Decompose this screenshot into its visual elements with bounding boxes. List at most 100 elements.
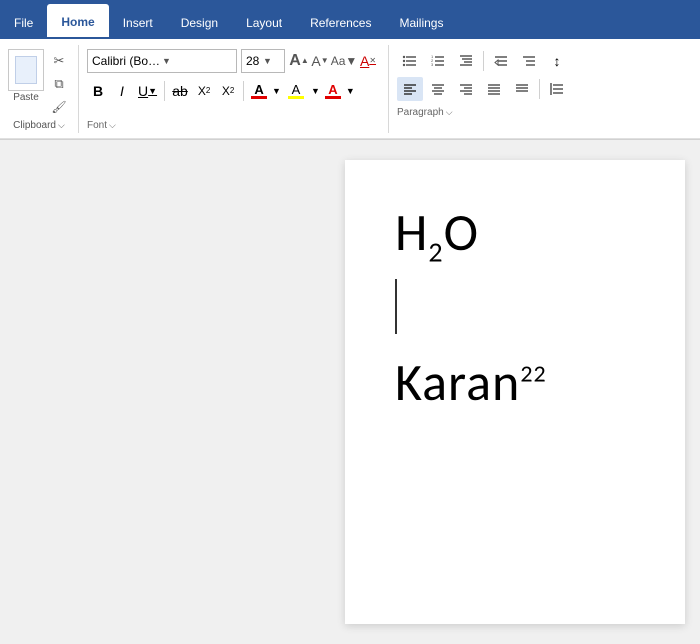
paragraph-group: 123 ↕ <box>391 45 578 133</box>
tab-home[interactable]: Home <box>47 4 108 39</box>
align-left-icon <box>402 81 418 97</box>
h2o-formula: H2O <box>395 200 635 269</box>
highlight-dropdown-arrow[interactable]: ▼ <box>311 86 320 96</box>
italic-button[interactable]: I <box>111 79 133 103</box>
tab-references[interactable]: References <box>296 7 385 39</box>
paragraph-row1: 123 ↕ <box>397 49 570 73</box>
tab-layout[interactable]: Layout <box>232 7 296 39</box>
bold-button[interactable]: B <box>87 79 109 103</box>
document-page: H2O Karan22 <box>345 160 685 624</box>
font-section-label-row: Font ⌵ <box>87 120 378 131</box>
divider3 <box>483 51 484 71</box>
font-row1: Calibri (Body) ▼ 28 ▼ A▲ A▼ Aa▼ A✕ <box>87 49 378 73</box>
tab-mailings[interactable]: Mailings <box>385 7 457 39</box>
tab-bar: File Home Insert Design Layout Reference… <box>0 0 700 39</box>
divider1 <box>164 81 165 101</box>
text-color-char: A <box>328 83 337 96</box>
font-size-buttons: A▲ A▼ <box>289 51 330 71</box>
paste-icon <box>8 49 44 91</box>
font-size-dropdown-arrow: ▼ <box>263 56 280 66</box>
copy-button[interactable]: ⧉ <box>48 74 70 94</box>
tab-design[interactable]: Design <box>167 7 232 39</box>
clipboard-section-label: Clipboard <box>13 120 56 131</box>
toolbar: Paste ✂ ⧉ 🖌 Clipboard ⌵ Calibri (Body) ▼ <box>0 39 700 139</box>
line-spacing-button[interactable]: ↕ <box>544 49 570 73</box>
ribbon: File Home Insert Design Layout Reference… <box>0 0 700 140</box>
para-spacing-icon <box>549 81 565 97</box>
font-expand-button[interactable]: ⌵ <box>109 120 116 131</box>
superscript-22: 22 <box>520 360 546 389</box>
highlight-char: A <box>292 83 301 96</box>
font-size-dropdown[interactable]: 28 ▼ <box>241 49 285 73</box>
format-painter-button[interactable]: 🖌 <box>48 97 70 117</box>
bullets-button[interactable] <box>397 49 423 73</box>
cut-button[interactable]: ✂ <box>48 51 70 71</box>
multilevel-icon <box>458 53 474 69</box>
paragraph-section-label-row: Paragraph ⌵ <box>397 107 570 118</box>
paste-label: Paste <box>13 92 39 103</box>
para-spacing-button[interactable] <box>544 77 570 101</box>
sidebar <box>0 140 330 644</box>
distributed-button[interactable] <box>509 77 535 101</box>
subscript-button[interactable]: X2 <box>193 79 215 103</box>
paragraph-expand-button[interactable]: ⌵ <box>446 107 453 118</box>
change-case-button[interactable]: Aa▼ <box>334 51 354 71</box>
numbering-button[interactable]: 123 <box>425 49 451 73</box>
paragraph-section-label: Paragraph <box>397 107 444 118</box>
font-name-value: Calibri (Body) <box>92 54 162 68</box>
distributed-icon <box>514 81 530 97</box>
tab-insert[interactable]: Insert <box>109 7 167 39</box>
paste-icon-inner <box>15 56 37 84</box>
font-group: Calibri (Body) ▼ 28 ▼ A▲ A▼ Aa▼ A✕ B I U… <box>81 45 389 133</box>
highlight-bar <box>288 96 304 99</box>
clipboard-expand-button[interactable]: ⌵ <box>58 120 65 131</box>
divider4 <box>539 79 540 99</box>
paragraph-row2 <box>397 77 570 101</box>
clear-format-button[interactable]: A✕ <box>358 51 378 71</box>
font-section-label: Font <box>87 120 107 131</box>
strikethrough-button[interactable]: ab <box>169 79 191 103</box>
clipboard-label: Clipboard ⌵ <box>13 120 65 131</box>
align-left-button[interactable] <box>397 77 423 101</box>
font-color-button[interactable]: A <box>248 79 270 103</box>
justify-button[interactable] <box>481 77 507 101</box>
highlight-color-button[interactable]: A <box>283 79 309 103</box>
font-name-dropdown[interactable]: Calibri (Body) ▼ <box>87 49 237 73</box>
font-row2: B I U▼ ab X2 X2 A ▼ A ▼ A <box>87 79 378 103</box>
align-right-icon <box>458 81 474 97</box>
justify-icon <box>486 81 502 97</box>
document-content[interactable]: H2O Karan22 <box>395 200 635 414</box>
grow-font-button[interactable]: A▲ <box>289 51 309 71</box>
clipboard-group: Paste ✂ ⧉ 🖌 Clipboard ⌵ <box>4 45 79 133</box>
subscript-2: 2 <box>428 234 443 269</box>
align-center-icon <box>430 81 446 97</box>
content-area: H2O Karan22 <box>0 140 700 644</box>
align-right-button[interactable] <box>453 77 479 101</box>
bullets-icon <box>402 53 418 69</box>
multilevel-list-button[interactable] <box>453 49 479 73</box>
font-color-char: A <box>254 83 263 96</box>
font-color-bar <box>251 96 267 99</box>
divider2 <box>243 81 244 101</box>
numbering-icon: 123 <box>430 53 446 69</box>
decrease-indent-icon <box>493 53 509 69</box>
font-color-dropdown-arrow[interactable]: ▼ <box>272 86 281 96</box>
underline-button[interactable]: U▼ <box>135 79 160 103</box>
clipboard-side: ✂ ⧉ 🖌 <box>48 51 70 117</box>
decrease-indent-button[interactable] <box>488 49 514 73</box>
document-area[interactable]: H2O Karan22 <box>330 140 700 644</box>
svg-text:3: 3 <box>431 62 434 67</box>
font-size-value: 28 <box>246 54 263 68</box>
paste-button[interactable]: Paste <box>8 49 44 103</box>
karan-superscript-text: Karan22 <box>395 350 635 414</box>
increase-indent-button[interactable] <box>516 49 542 73</box>
text-color-button[interactable]: A <box>322 79 344 103</box>
text-color-bar <box>325 96 341 99</box>
text-color-dropdown-arrow[interactable]: ▼ <box>346 86 355 96</box>
text-cursor <box>395 279 397 334</box>
superscript-button[interactable]: X2 <box>217 79 239 103</box>
shrink-font-button[interactable]: A▼ <box>310 51 330 71</box>
tab-file[interactable]: File <box>0 7 47 39</box>
align-center-button[interactable] <box>425 77 451 101</box>
font-name-dropdown-arrow: ▼ <box>162 56 232 66</box>
